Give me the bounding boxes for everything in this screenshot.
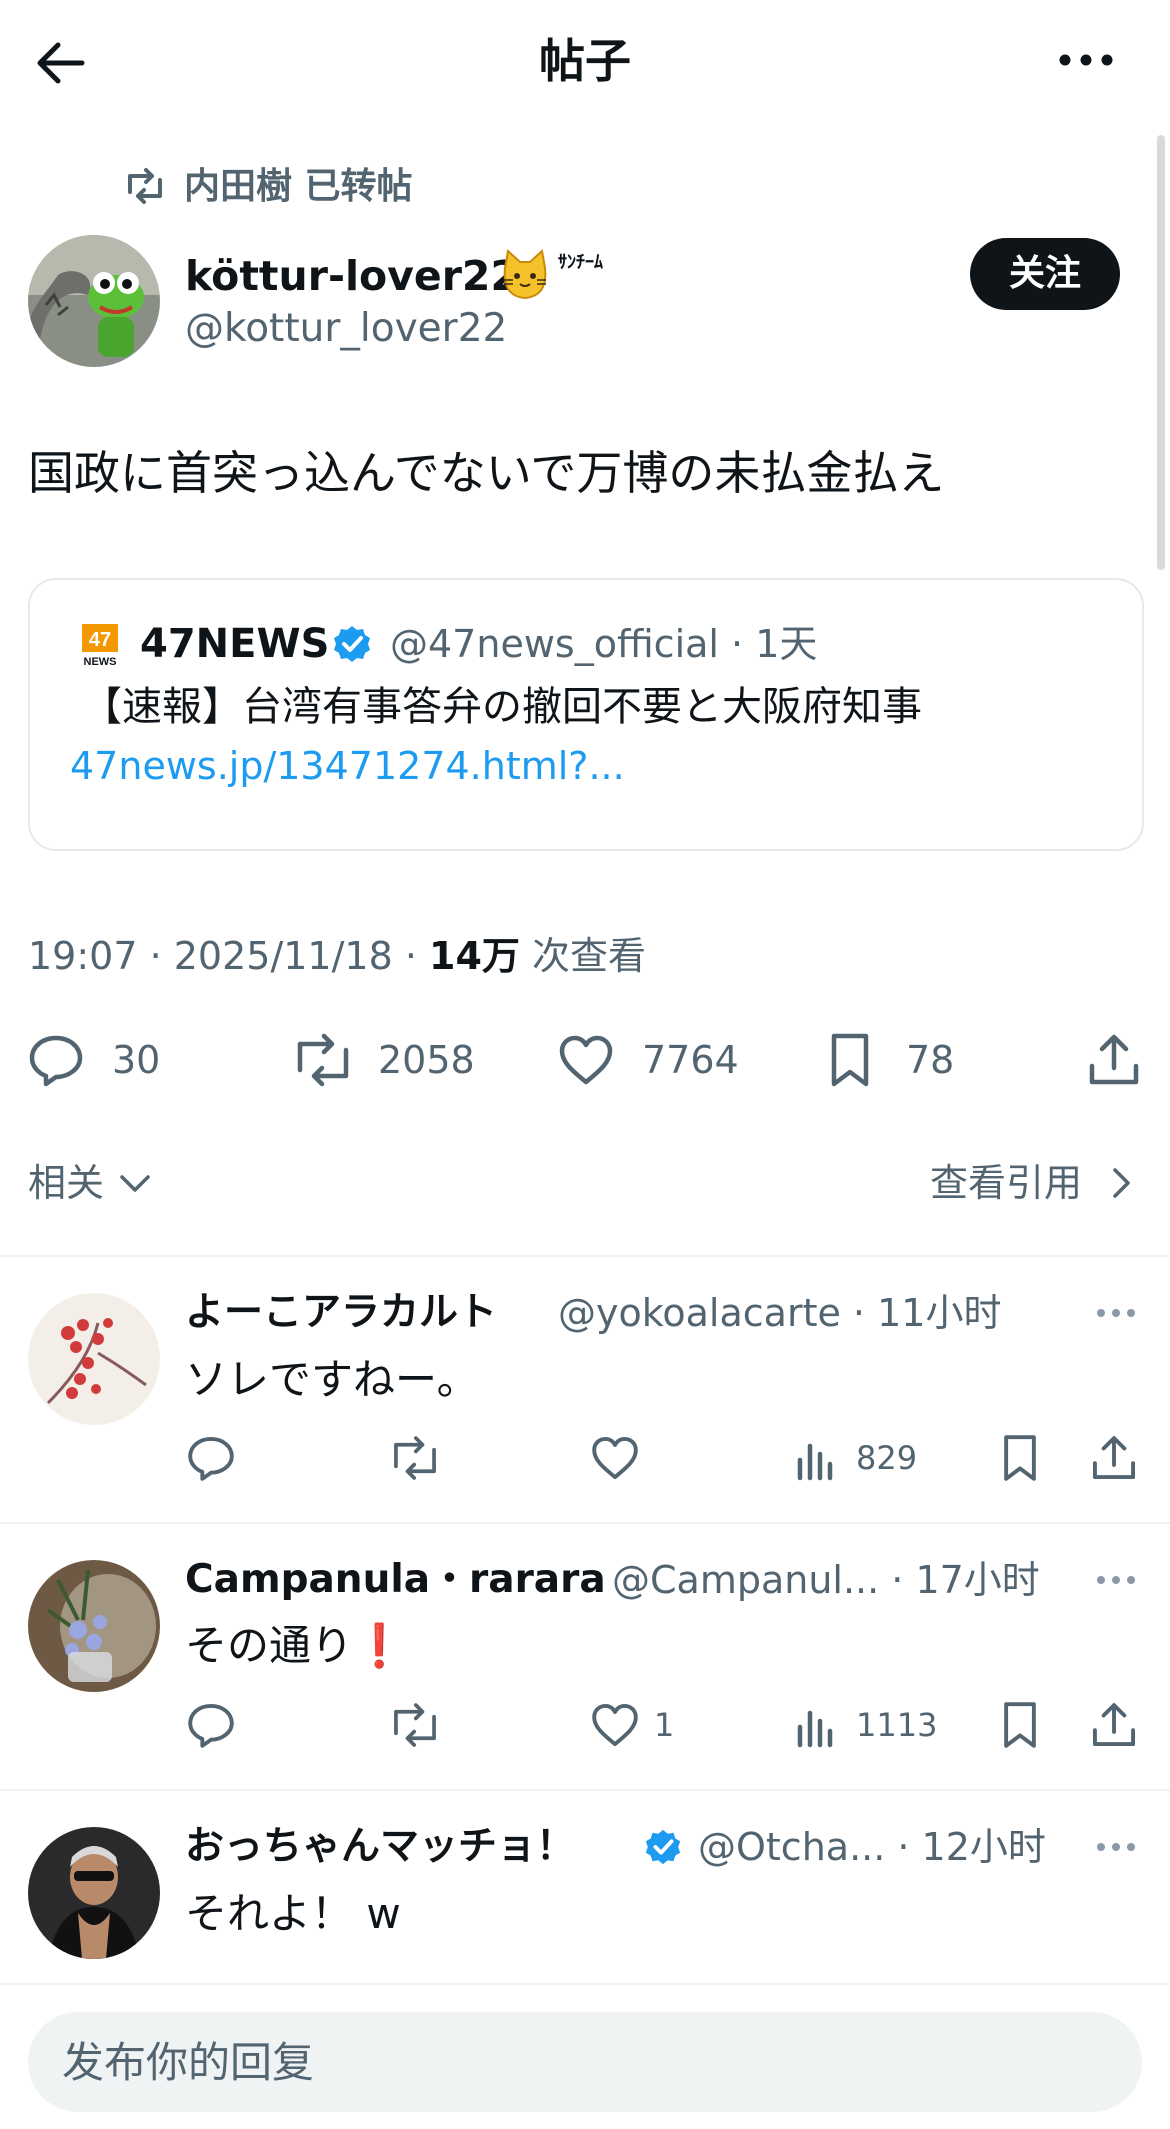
quoted-text: 【速報】台湾有事答弁の撤回不要と大阪府知事	[82, 684, 922, 730]
more-icon[interactable]	[1094, 1573, 1138, 1587]
views-icon[interactable]	[792, 1699, 844, 1751]
like-icon[interactable]	[589, 1432, 641, 1484]
like-icon[interactable]	[556, 1030, 616, 1090]
avatar[interactable]	[28, 235, 160, 367]
reply-text: ソレですねー。	[185, 1355, 479, 1404]
reply-author-name[interactable]: よーこアラカルト	[185, 1285, 497, 1341]
like-count: 7764	[642, 1038, 739, 1082]
chevron-right-icon[interactable]	[1108, 1165, 1134, 1201]
reply-meta: @Campanul... · 17小时	[612, 1558, 1040, 1602]
news-logo-icon: 47 NEWS	[82, 624, 118, 668]
reply-icon[interactable]	[185, 1432, 237, 1484]
avatar[interactable]	[28, 1293, 160, 1425]
author-handle[interactable]: @kottur_lover22	[185, 302, 507, 356]
repost-icon	[122, 166, 168, 206]
verified-icon	[332, 624, 372, 664]
chevron-down-icon[interactable]	[118, 1170, 152, 1196]
bookmark-count: 78	[906, 1038, 955, 1082]
share-icon[interactable]	[1088, 1699, 1140, 1751]
repost-icon[interactable]	[386, 1432, 444, 1484]
cat-icon	[500, 248, 550, 302]
bookmark-icon[interactable]	[994, 1432, 1046, 1484]
quoted-tweet-card[interactable]: 47 NEWS 47NEWS @47news_official · 1天 【速報…	[28, 578, 1144, 851]
svg-text:NEWS: NEWS	[84, 656, 117, 668]
reply-text: その通り❗	[185, 1621, 406, 1670]
like-icon[interactable]	[589, 1699, 641, 1751]
top-bar: 帖子	[0, 0, 1170, 120]
svg-text:47: 47	[89, 629, 111, 651]
view-count: 14万	[429, 934, 520, 978]
scrollbar[interactable]	[1157, 135, 1165, 570]
bookmark-icon[interactable]	[820, 1030, 880, 1090]
repost-icon[interactable]	[288, 1030, 358, 1090]
affiliate-badge: ｻﾝﾁｰﾑ	[558, 252, 603, 273]
avatar[interactable]	[28, 1560, 160, 1692]
repost-count: 2058	[378, 1038, 475, 1082]
repost-icon[interactable]	[386, 1699, 444, 1751]
quoted-meta: @47news_official · 1天	[390, 622, 818, 666]
reply-icon[interactable]	[26, 1030, 86, 1090]
reply-count: 30	[112, 1038, 161, 1082]
reply-text: それよ！ w	[185, 1889, 401, 1938]
reply-meta: @yokoalacarte · 11小时	[558, 1291, 1002, 1335]
reply-author-name[interactable]: おっちゃんマッチョ！	[185, 1819, 575, 1875]
tweet-text: 国政に首突っ込んでないで万博の未払金払え	[28, 446, 945, 500]
divider	[0, 1522, 1170, 1524]
view-count: 829	[856, 1439, 918, 1477]
time-text: 19:07 · 2025/11/18 ·	[28, 934, 430, 978]
page-title: 帖子	[539, 34, 631, 88]
tweet-timestamp: 19:07 · 2025/11/18 · 14万 次查看	[28, 928, 646, 984]
more-icon[interactable]	[1094, 1306, 1138, 1320]
view-quotes-link[interactable]: 查看引用	[930, 1156, 1082, 1210]
more-icon[interactable]	[1055, 40, 1117, 80]
reply-input-placeholder[interactable]: 发布你的回复	[62, 2034, 314, 2092]
views-label: 次查看	[519, 934, 646, 978]
follow-button[interactable]: 关注	[970, 238, 1120, 310]
divider	[0, 1789, 1170, 1791]
reply-meta: @Otcha... · 12小时	[698, 1825, 1046, 1869]
share-icon[interactable]	[1084, 1030, 1144, 1090]
related-dropdown[interactable]: 相关	[28, 1156, 104, 1210]
bookmark-icon[interactable]	[994, 1699, 1046, 1751]
like-count: 1	[654, 1706, 675, 1744]
avatar[interactable]	[28, 1827, 160, 1959]
quoted-author-name: 47NEWS	[140, 621, 330, 667]
verified-icon	[644, 1828, 682, 1866]
repost-attribution[interactable]: 内田樹 已转帖	[184, 162, 413, 212]
author-name[interactable]: köttur-lover22	[185, 248, 519, 304]
more-icon[interactable]	[1094, 1840, 1138, 1854]
views-icon[interactable]	[792, 1432, 844, 1484]
view-count: 1113	[856, 1706, 938, 1744]
share-icon[interactable]	[1088, 1432, 1140, 1484]
reply-icon[interactable]	[185, 1699, 237, 1751]
divider	[0, 1255, 1170, 1257]
reply-author-name[interactable]: Campanula・rarara	[185, 1552, 606, 1608]
quoted-link[interactable]: 47news.jp/13471274.html?...	[70, 738, 625, 794]
